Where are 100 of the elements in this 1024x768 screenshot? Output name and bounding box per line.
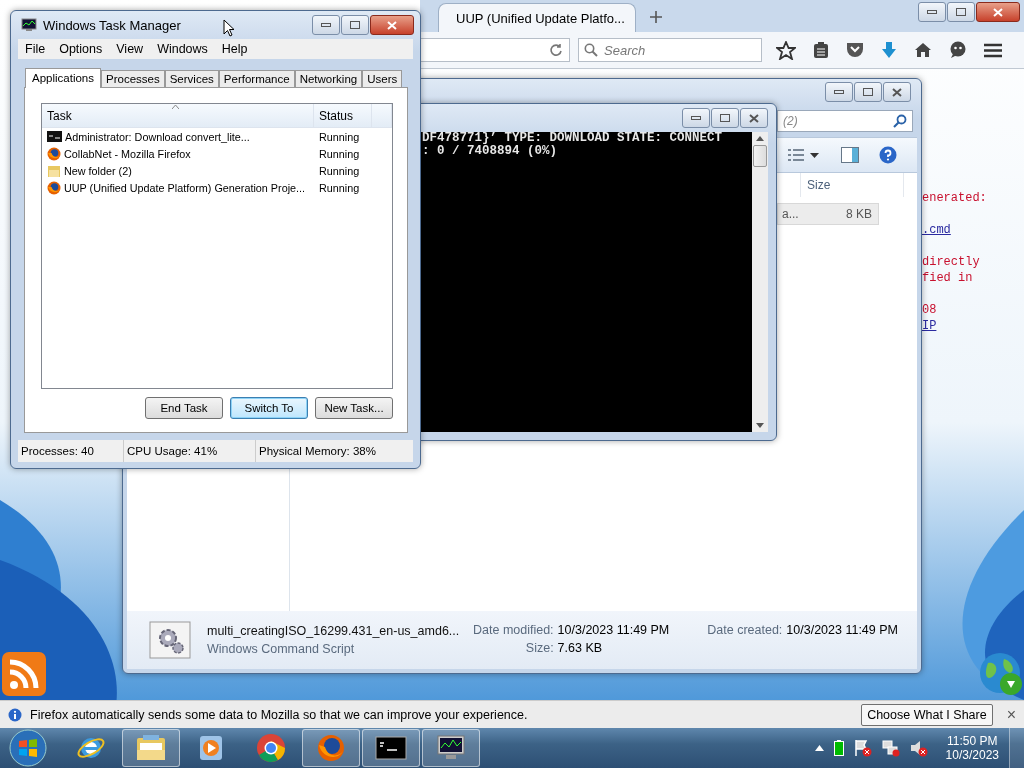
clock-date[interactable]: 10/3/2023	[945, 748, 999, 762]
minimize-button[interactable]	[682, 108, 710, 128]
file-row[interactable]: a... 8 KB	[777, 203, 879, 225]
choose-button[interactable]: Choose What I Share	[861, 703, 993, 726]
maximize-button[interactable]	[947, 2, 975, 22]
column-header[interactable]: Size	[800, 173, 904, 197]
menu-item[interactable]: File	[18, 42, 53, 56]
menu-item[interactable]: Help	[214, 42, 255, 56]
scroll-up-icon[interactable]	[756, 136, 764, 141]
status-cell-text: Running	[318, 181, 361, 194]
maximize-button[interactable]	[854, 82, 882, 102]
folder-icon	[47, 163, 61, 178]
task-name[interactable]: CollabNet - Mozilla Firefox	[64, 147, 191, 160]
close-icon	[993, 7, 1003, 17]
scroll-thumb[interactable]	[753, 145, 767, 167]
page-text: 08	[922, 302, 938, 318]
task-name[interactable]: Administrator: Download convert_lite...	[65, 130, 250, 143]
caret-icon[interactable]	[810, 152, 819, 158]
column-header[interactable]: Task	[42, 104, 314, 127]
page-text: fied in	[922, 270, 974, 286]
tab[interactable]: Services	[164, 70, 219, 87]
command-prompt-icon	[47, 131, 62, 142]
new-tab-icon[interactable]	[650, 11, 662, 23]
search-field[interactable]: Search	[578, 38, 762, 62]
monitor-graph-icon	[435, 734, 467, 762]
tab[interactable]: Processes	[101, 70, 165, 87]
file-name: multi_creatingISO_16299.431_en-us_amd6...	[207, 624, 457, 638]
action-button[interactable]: Switch To	[230, 397, 308, 419]
status-cell-text: Running	[318, 164, 361, 177]
search-field[interactable]: (2)	[777, 110, 913, 132]
field-label: Date modified:	[473, 623, 554, 637]
globe-download-icon[interactable]	[978, 651, 1024, 697]
column-header[interactable]: Status	[314, 104, 372, 127]
up-arrow-icon[interactable]	[814, 745, 824, 751]
minimize-button[interactable]	[918, 2, 946, 22]
page-link[interactable]: IP	[922, 318, 937, 334]
field-label: Size:	[524, 641, 554, 655]
task-name[interactable]: UUP (Unified Update Platform) Generation Proje...	[64, 181, 306, 194]
home-icon[interactable]	[914, 42, 932, 58]
close-button[interactable]	[976, 2, 1020, 22]
action-button[interactable]: End Task	[145, 397, 223, 419]
taskbar-button[interactable]	[362, 729, 420, 767]
status-text: Processes: 40	[18, 440, 124, 462]
clock-time[interactable]: 11:50 PM	[947, 734, 998, 748]
minimize-button[interactable]	[825, 82, 853, 102]
tab[interactable]: Performance	[218, 70, 295, 87]
task-name[interactable]: New folder (2)	[64, 164, 132, 177]
minimize-icon	[321, 23, 331, 27]
pocket-icon[interactable]	[846, 42, 864, 58]
firefox-icon	[316, 733, 346, 763]
help-icon[interactable]	[879, 146, 897, 164]
battery-icon[interactable]	[833, 740, 844, 756]
search-icon	[584, 43, 598, 57]
tab[interactable]: Networking	[294, 70, 363, 87]
maximize-icon	[350, 21, 360, 29]
taskbar-button[interactable]	[422, 729, 480, 767]
page-link[interactable]: .cmd	[922, 222, 951, 238]
network-icon[interactable]	[881, 739, 900, 757]
browser-tab[interactable]: UUP (Unified Update Platfo...	[438, 3, 636, 32]
status-cell-text: Running	[318, 130, 361, 143]
menu-item[interactable]: Options	[52, 42, 110, 56]
star-icon[interactable]	[776, 40, 796, 60]
menu-item[interactable]: View	[109, 42, 151, 56]
close-icon	[892, 87, 902, 97]
maximize-button[interactable]	[711, 108, 739, 128]
menu-icon[interactable]	[984, 42, 1002, 58]
close-button[interactable]: ×	[1006, 705, 1016, 724]
download-icon[interactable]	[881, 41, 897, 59]
media-player-icon	[198, 734, 224, 762]
status-cell-text: Running	[318, 147, 361, 160]
tab[interactable]: Users	[362, 70, 403, 87]
start-button[interactable]	[8, 728, 48, 768]
flag-icon[interactable]	[853, 739, 872, 757]
address-field[interactable]	[420, 38, 570, 62]
list-view-icon[interactable]	[788, 148, 804, 162]
page-text: directly	[922, 254, 981, 270]
scroll-down-icon[interactable]	[756, 423, 764, 428]
rss-icon[interactable]	[2, 652, 46, 696]
close-button[interactable]	[370, 15, 414, 35]
maximize-button[interactable]	[341, 15, 369, 35]
chat-icon[interactable]	[949, 41, 967, 59]
close-button[interactable]	[740, 108, 768, 128]
action-button[interactable]: New Task...	[315, 397, 393, 419]
tab[interactable]: Applications	[25, 68, 101, 88]
show-desktop-button[interactable]	[1009, 728, 1024, 768]
menu-item[interactable]: Windows	[150, 42, 215, 56]
minimize-button[interactable]	[312, 15, 340, 35]
minimize-icon	[691, 116, 701, 120]
taskbar-button[interactable]	[302, 729, 360, 767]
script-file-icon	[149, 621, 191, 659]
reload-icon[interactable]	[549, 43, 563, 57]
scrollbar[interactable]	[752, 132, 768, 432]
cursor-icon	[222, 19, 235, 37]
close-button[interactable]	[883, 82, 911, 102]
status-text: CPU Usage: 41%	[124, 440, 256, 462]
preview-pane-icon[interactable]	[841, 147, 859, 163]
clipboard-icon[interactable]	[813, 41, 829, 59]
command-prompt-icon	[375, 736, 407, 760]
status-text: Physical Memory: 38%	[258, 444, 377, 459]
muted-speaker-icon[interactable]	[909, 739, 928, 757]
